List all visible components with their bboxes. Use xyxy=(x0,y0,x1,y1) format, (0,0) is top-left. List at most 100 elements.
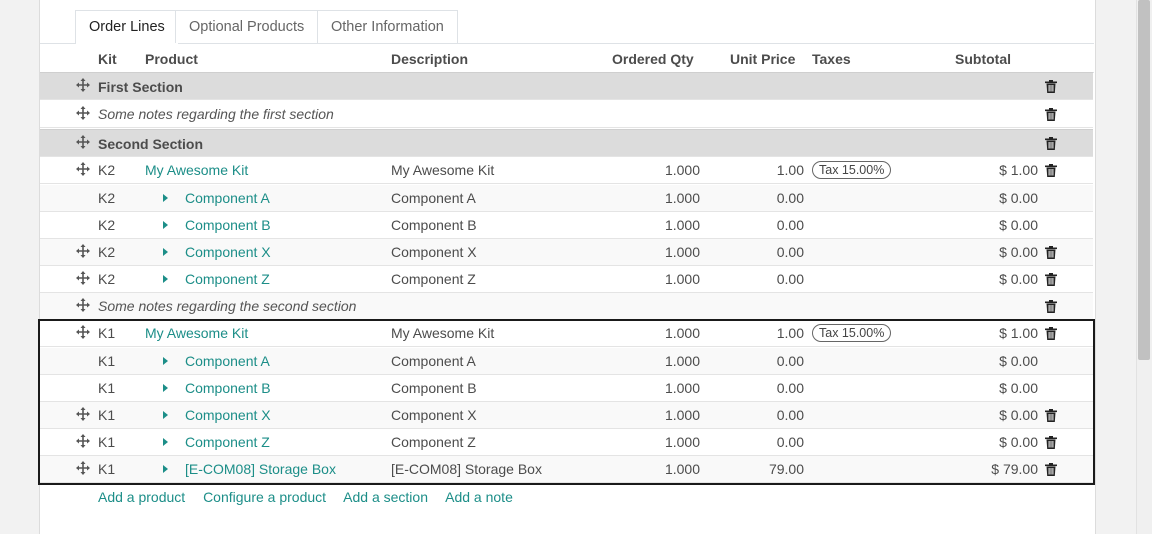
trash-icon[interactable] xyxy=(1045,164,1057,177)
drag-handle-icon[interactable] xyxy=(76,135,90,149)
trash-icon[interactable] xyxy=(1045,273,1057,286)
product-cell[interactable]: Component B xyxy=(185,380,271,396)
description-cell[interactable]: Component Z xyxy=(391,271,476,287)
unit-price-cell[interactable]: 0.00 xyxy=(724,190,804,206)
description-cell[interactable]: My Awesome Kit xyxy=(391,325,494,341)
table-row[interactable]: K1 Component A Component A 1.000 0.00 $ 0.00 xyxy=(40,348,1093,375)
ordered-qty-cell[interactable]: 1.000 xyxy=(620,325,700,341)
ordered-qty-cell[interactable]: 1.000 xyxy=(620,244,700,260)
trash-icon[interactable] xyxy=(1045,436,1057,449)
trash-icon[interactable] xyxy=(1045,108,1057,121)
ordered-qty-cell[interactable]: 1.000 xyxy=(620,461,700,477)
unit-price-cell[interactable]: 0.00 xyxy=(724,380,804,396)
kit-cell[interactable]: K2 xyxy=(98,162,115,178)
unit-price-cell[interactable]: 0.00 xyxy=(724,353,804,369)
column-subtotal[interactable]: Subtotal xyxy=(955,51,1011,67)
product-cell[interactable]: [E-COM08] Storage Box xyxy=(185,461,336,477)
kit-cell[interactable]: K1 xyxy=(98,380,115,396)
scrollbar-thumb[interactable] xyxy=(1138,0,1150,360)
trash-icon[interactable] xyxy=(1045,327,1057,340)
drag-handle-icon[interactable] xyxy=(76,434,90,448)
kit-cell[interactable]: K1 xyxy=(98,325,115,341)
drag-handle-icon[interactable] xyxy=(76,162,90,176)
drag-handle-icon[interactable] xyxy=(76,78,90,92)
kit-cell[interactable]: K2 xyxy=(98,217,115,233)
configure-product-link[interactable]: Configure a product xyxy=(203,489,326,505)
tab-order-lines[interactable]: Order Lines xyxy=(75,10,179,44)
table-row[interactable]: K2 Component X Component X 1.000 0.00 $ 0.00 xyxy=(40,239,1093,266)
table-row[interactable]: K2 My Awesome Kit My Awesome Kit 1.000 1.00 T… xyxy=(40,157,1093,184)
ordered-qty-cell[interactable]: 1.000 xyxy=(620,162,700,178)
description-cell[interactable]: Component A xyxy=(391,190,476,206)
description-cell[interactable]: Component Z xyxy=(391,434,476,450)
drag-handle-icon[interactable] xyxy=(76,271,90,285)
unit-price-cell[interactable]: 0.00 xyxy=(724,407,804,423)
section-row[interactable]: Second Section xyxy=(40,129,1093,157)
ordered-qty-cell[interactable]: 1.000 xyxy=(620,271,700,287)
drag-handle-icon[interactable] xyxy=(76,461,90,475)
kit-cell[interactable]: K2 xyxy=(98,271,115,287)
note-row[interactable]: Some notes regarding the second section xyxy=(40,293,1093,320)
unit-price-cell[interactable]: 0.00 xyxy=(724,217,804,233)
table-row[interactable]: K2 Component A Component A 1.000 0.00 $ 0.00 xyxy=(40,185,1093,212)
product-cell[interactable]: My Awesome Kit xyxy=(145,325,248,341)
trash-icon[interactable] xyxy=(1045,463,1057,476)
product-cell[interactable]: My Awesome Kit xyxy=(145,162,248,178)
table-row[interactable]: K2 Component Z Component Z 1.000 0.00 $ 0.00 xyxy=(40,266,1093,293)
product-cell[interactable]: Component Z xyxy=(185,271,270,287)
ordered-qty-cell[interactable]: 1.000 xyxy=(620,190,700,206)
description-cell[interactable]: [E-COM08] Storage Box xyxy=(391,461,542,477)
column-product[interactable]: Product xyxy=(145,51,198,67)
drag-handle-icon[interactable] xyxy=(76,244,90,258)
trash-icon[interactable] xyxy=(1045,80,1057,93)
add-product-link[interactable]: Add a product xyxy=(98,489,185,505)
kit-cell[interactable]: K1 xyxy=(98,461,115,477)
drag-handle-icon[interactable] xyxy=(76,325,90,339)
note-text[interactable]: Some notes regarding the second section xyxy=(98,298,356,314)
product-cell[interactable]: Component B xyxy=(185,217,271,233)
column-unit-price[interactable]: Unit Price xyxy=(730,51,795,67)
trash-icon[interactable] xyxy=(1045,300,1057,313)
trash-icon[interactable] xyxy=(1045,409,1057,422)
unit-price-cell[interactable]: 0.00 xyxy=(724,434,804,450)
section-row[interactable]: First Section xyxy=(40,72,1093,100)
tab-optional-products[interactable]: Optional Products xyxy=(175,10,319,43)
kit-cell[interactable]: K1 xyxy=(98,407,115,423)
table-row[interactable]: K2 Component B Component B 1.000 0.00 $ 0.00 xyxy=(40,212,1093,239)
ordered-qty-cell[interactable]: 1.000 xyxy=(620,407,700,423)
description-cell[interactable]: Component B xyxy=(391,380,477,396)
kit-cell[interactable]: K1 xyxy=(98,353,115,369)
product-cell[interactable]: Component X xyxy=(185,407,271,423)
product-cell[interactable]: Component A xyxy=(185,190,270,206)
ordered-qty-cell[interactable]: 1.000 xyxy=(620,380,700,396)
ordered-qty-cell[interactable]: 1.000 xyxy=(620,217,700,233)
tab-other-information[interactable]: Other Information xyxy=(317,10,458,43)
description-cell[interactable]: Component B xyxy=(391,217,477,233)
trash-icon[interactable] xyxy=(1045,137,1057,150)
unit-price-cell[interactable]: 0.00 xyxy=(724,244,804,260)
ordered-qty-cell[interactable]: 1.000 xyxy=(620,353,700,369)
unit-price-cell[interactable]: 1.00 xyxy=(724,325,804,341)
table-row[interactable]: K1 My Awesome Kit My Awesome Kit 1.000 1.00 T… xyxy=(40,320,1093,347)
trash-icon[interactable] xyxy=(1045,246,1057,259)
unit-price-cell[interactable]: 0.00 xyxy=(724,271,804,287)
add-section-link[interactable]: Add a section xyxy=(343,489,428,505)
kit-cell[interactable]: K2 xyxy=(98,244,115,260)
unit-price-cell[interactable]: 1.00 xyxy=(724,162,804,178)
column-taxes[interactable]: Taxes xyxy=(812,51,851,67)
description-cell[interactable]: Component A xyxy=(391,353,476,369)
description-cell[interactable]: My Awesome Kit xyxy=(391,162,494,178)
drag-handle-icon[interactable] xyxy=(76,298,90,312)
kit-cell[interactable]: K1 xyxy=(98,434,115,450)
description-cell[interactable]: Component X xyxy=(391,244,477,260)
add-note-link[interactable]: Add a note xyxy=(445,489,513,505)
table-row[interactable]: K1 Component X Component X 1.000 0.00 $ 0.00 xyxy=(40,402,1093,429)
drag-handle-icon[interactable] xyxy=(76,106,90,120)
note-row[interactable]: Some notes regarding the first section xyxy=(40,101,1093,128)
table-row[interactable]: K1 [E-COM08] Storage Box [E-COM08] Storage… xyxy=(40,456,1093,483)
column-ordered-qty[interactable]: Ordered Qty xyxy=(612,51,694,67)
table-row[interactable]: K1 Component Z Component Z 1.000 0.00 $ 0.00 xyxy=(40,429,1093,456)
note-text[interactable]: Some notes regarding the first section xyxy=(98,106,334,122)
table-row[interactable]: K1 Component B Component B 1.000 0.00 $ 0.00 xyxy=(40,375,1093,402)
column-description[interactable]: Description xyxy=(391,51,468,67)
